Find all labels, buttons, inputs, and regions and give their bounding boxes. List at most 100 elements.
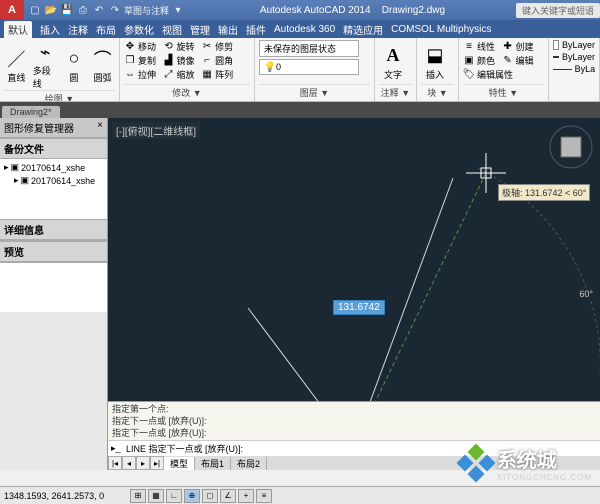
- polyline-button[interactable]: ⌁多段线: [33, 40, 58, 90]
- tab-featured[interactable]: 精选应用: [343, 22, 383, 37]
- snap-toggle[interactable]: ⊞: [130, 489, 146, 503]
- copy-button[interactable]: ❐复制 ▟镜像 ⌐圆角: [124, 54, 250, 67]
- color-btn[interactable]: ▣颜色 ✎编辑: [463, 54, 544, 67]
- layer-dropdown[interactable]: 💡0: [259, 59, 359, 75]
- linetype-icon: ≡: [463, 41, 475, 53]
- palette-title: 图形修复管理器: [4, 120, 74, 135]
- annot-label[interactable]: 注释 ▼: [379, 84, 412, 99]
- tree-item[interactable]: ▸▣20170614_xshe: [2, 161, 105, 174]
- text-icon: A: [387, 44, 400, 68]
- redo-icon[interactable]: ↷: [108, 3, 122, 17]
- model-tab[interactable]: 模型: [164, 457, 195, 470]
- watermark-logo-icon: [459, 446, 493, 480]
- panel-block: ⬓插入 块 ▼: [417, 38, 459, 101]
- file-tab[interactable]: Drawing2*: [2, 106, 60, 118]
- dynamic-input[interactable]: 131.6742: [333, 300, 385, 315]
- layer-state-dropdown[interactable]: 未保存的图层状态: [259, 40, 359, 57]
- tab-view[interactable]: 视图: [162, 22, 182, 37]
- insert-icon: ⬓: [426, 44, 443, 68]
- block-label[interactable]: 块 ▼: [421, 84, 454, 99]
- tab-insert[interactable]: 插入: [40, 22, 60, 37]
- app-name: Autodesk AutoCAD 2014: [260, 5, 371, 16]
- trim-icon: ✂: [201, 41, 213, 53]
- tab-comsol[interactable]: COMSOL Multiphysics: [391, 24, 491, 35]
- polyline-icon: ⌁: [40, 40, 51, 64]
- palette-header: 图形修复管理器 ×: [0, 118, 107, 138]
- color-bylayer[interactable]: ByLayer: [553, 40, 595, 50]
- app-menu-button[interactable]: A: [0, 0, 24, 20]
- color-swatch-icon: [553, 40, 559, 50]
- scale-icon: ⤢: [163, 69, 175, 81]
- modify-label[interactable]: 修改 ▼: [124, 84, 250, 99]
- watermark: 系统城 XITONGCHENG.COM: [459, 444, 592, 482]
- status-bar: 1348.1593, 2641.2573, 0 ⊞ ▦ ∟ ⊕ ◻ ∠ + ≡: [0, 486, 600, 504]
- ortho-toggle[interactable]: ∟: [166, 489, 182, 503]
- fillet-icon: ⌐: [201, 55, 213, 67]
- status-toggles: ⊞ ▦ ∟ ⊕ ◻ ∠ + ≡: [130, 489, 272, 503]
- backup-section[interactable]: 备份文件: [0, 138, 107, 159]
- line-swatch-icon: [553, 56, 559, 58]
- copy-icon: ❐: [124, 55, 136, 67]
- tab-layout[interactable]: 布局: [96, 22, 116, 37]
- match-btn[interactable]: 🏷编辑属性: [463, 68, 544, 81]
- expand-icon: ▸: [14, 175, 19, 186]
- lwt-toggle[interactable]: ≡: [256, 489, 272, 503]
- circle-button[interactable]: ○圆: [62, 47, 87, 84]
- layout1-tab[interactable]: 布局1: [195, 457, 231, 470]
- layout-last-icon[interactable]: ▸|: [150, 456, 164, 470]
- props-label[interactable]: 特性 ▼: [463, 84, 544, 99]
- doc-name: Drawing2.dwg: [382, 5, 445, 16]
- tab-annotate[interactable]: 注释: [68, 22, 88, 37]
- linetype-btn[interactable]: ≡线性 ✚创建: [463, 40, 544, 53]
- details-section[interactable]: 详细信息: [0, 219, 107, 240]
- tree-item[interactable]: ▸▣20170614_xshe: [2, 174, 105, 187]
- open-icon[interactable]: 📂: [44, 3, 58, 17]
- ribbon: ／直线 ⌁多段线 ○圆 ⌒圆弧 绘图 ▼ ✥移动 ⟲旋转 ✂修剪 ❐复制 ▟镜像…: [0, 38, 600, 102]
- draw-label[interactable]: 绘图 ▼: [4, 90, 115, 102]
- view-cube[interactable]: [548, 124, 594, 170]
- recovery-palette: 图形修复管理器 × 备份文件 ▸▣20170614_xshe ▸▣2017061…: [0, 118, 108, 470]
- insert-button[interactable]: ⬓插入: [421, 44, 449, 81]
- arc-button[interactable]: ⌒圆弧: [90, 47, 115, 84]
- undo-icon[interactable]: ↶: [92, 3, 106, 17]
- close-icon[interactable]: ×: [97, 120, 103, 135]
- ribbon-tabs: 默认 插入 注释 布局 参数化 视图 管理 输出 插件 Autodesk 360…: [0, 20, 600, 38]
- layout-prev-icon[interactable]: ◂: [122, 456, 136, 470]
- mirror-icon: ▟: [163, 55, 175, 67]
- drawing-canvas[interactable]: [-][俯视][二维线框] X Y 极轴: 131.6742 < 60° 60°…: [108, 118, 600, 470]
- layers-label[interactable]: 图层 ▼: [259, 84, 370, 99]
- tab-plugins[interactable]: 插件: [246, 22, 266, 37]
- tab-parametric[interactable]: 参数化: [124, 22, 154, 37]
- circle-icon: ○: [68, 47, 79, 71]
- dyn-toggle[interactable]: +: [238, 489, 254, 503]
- text-button[interactable]: A文字: [379, 44, 407, 81]
- preview-section[interactable]: 预览: [0, 241, 107, 262]
- stretch-button[interactable]: ⇔拉伸 ⤢缩放 ▦阵列: [124, 68, 250, 81]
- polar-toggle[interactable]: ⊕: [184, 489, 200, 503]
- lineweight-bylayer[interactable]: ByLayer: [553, 64, 595, 74]
- tab-a360[interactable]: Autodesk 360: [274, 24, 335, 35]
- file-tab-strip: Drawing2*: [0, 102, 600, 118]
- osnap-toggle[interactable]: ◻: [202, 489, 218, 503]
- move-button[interactable]: ✥移动 ⟲旋转 ✂修剪: [124, 40, 250, 53]
- layout-first-icon[interactable]: |◂: [108, 456, 122, 470]
- layout-next-icon[interactable]: ▸: [136, 456, 150, 470]
- line-button[interactable]: ／直线: [4, 47, 29, 84]
- save-icon[interactable]: 💾: [60, 3, 74, 17]
- cmd-prompt-icon: ▸_: [111, 443, 123, 455]
- help-search[interactable]: 键入关键字或短语: [516, 3, 600, 18]
- grid-toggle[interactable]: ▦: [148, 489, 164, 503]
- layout2-tab[interactable]: 布局2: [231, 457, 267, 470]
- tab-default[interactable]: 默认: [4, 21, 32, 38]
- tab-manage[interactable]: 管理: [190, 22, 210, 37]
- otrack-toggle[interactable]: ∠: [220, 489, 236, 503]
- work-area: 图形修复管理器 × 备份文件 ▸▣20170614_xshe ▸▣2017061…: [0, 118, 600, 470]
- print-icon[interactable]: ⎙: [76, 3, 90, 17]
- coord-readout[interactable]: 1348.1593, 2641.2573, 0: [4, 491, 124, 501]
- dwg-icon: ▣: [11, 162, 20, 173]
- new-icon[interactable]: ▢: [28, 3, 42, 17]
- workspace-dropdown[interactable]: 草图与注释: [124, 3, 169, 17]
- linetype-bylayer[interactable]: ByLayer: [553, 52, 595, 62]
- tab-output[interactable]: 输出: [218, 22, 238, 37]
- chevron-down-icon[interactable]: ▾: [171, 3, 185, 17]
